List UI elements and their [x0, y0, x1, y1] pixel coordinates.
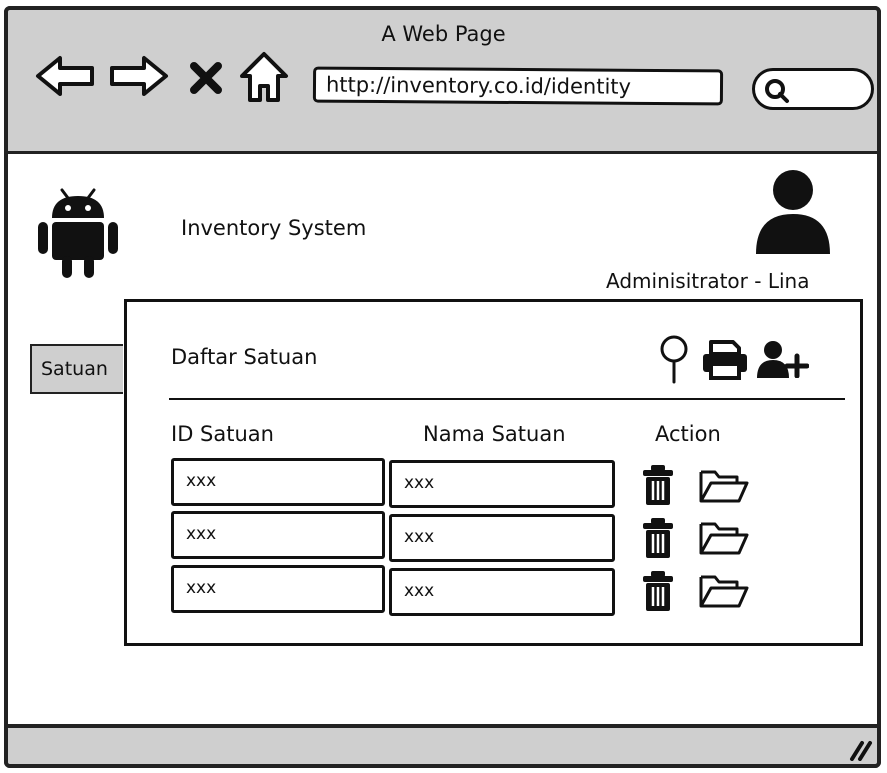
- column-header-id: ID Satuan: [171, 422, 274, 446]
- add-user-icon[interactable]: [757, 340, 809, 378]
- table-row-name-cell[interactable]: xxx: [389, 514, 615, 562]
- column-header-name: Nama Satuan: [423, 422, 566, 446]
- sidebar-item-satuan[interactable]: Satuan: [30, 344, 130, 394]
- search-icon[interactable]: [657, 334, 691, 384]
- column-header-action: Action: [655, 422, 721, 446]
- folder-open-icon[interactable]: [699, 520, 749, 556]
- close-x-icon[interactable]: [188, 60, 224, 96]
- window-title: A Web Page: [381, 22, 506, 46]
- table-row-name-cell[interactable]: xxx: [389, 568, 615, 616]
- resize-handle-icon[interactable]: [848, 739, 874, 761]
- folder-open-icon[interactable]: [699, 573, 749, 609]
- user-label: Adminisitrator - Lina: [606, 269, 810, 293]
- back-arrow-icon[interactable]: [34, 52, 98, 100]
- panel-title: Daftar Satuan: [171, 345, 318, 369]
- satuan-panel: Daftar Satuan ID Satuan Nama Satuan Acti…: [124, 299, 863, 646]
- table-row-name-cell[interactable]: xxx: [389, 460, 615, 508]
- trash-icon[interactable]: [641, 464, 675, 506]
- trash-icon[interactable]: [641, 570, 675, 612]
- browser-search-input[interactable]: [752, 68, 874, 110]
- print-icon[interactable]: [701, 340, 749, 380]
- panel-divider: [169, 398, 845, 400]
- user-avatar-icon[interactable]: [754, 168, 832, 254]
- android-icon: [38, 188, 118, 278]
- home-icon[interactable]: [238, 50, 290, 104]
- forward-arrow-icon[interactable]: [106, 52, 170, 100]
- status-bar: [4, 724, 881, 768]
- table-row-id-cell[interactable]: xxx: [171, 565, 385, 613]
- trash-icon[interactable]: [641, 517, 675, 559]
- search-icon: [765, 79, 789, 103]
- app-name: Inventory System: [181, 216, 367, 240]
- table-row-id-cell[interactable]: xxx: [171, 511, 385, 559]
- table-row-id-cell[interactable]: xxx: [171, 458, 385, 506]
- folder-open-icon[interactable]: [699, 468, 749, 504]
- url-input[interactable]: http://inventory.co.id/identity: [312, 66, 724, 106]
